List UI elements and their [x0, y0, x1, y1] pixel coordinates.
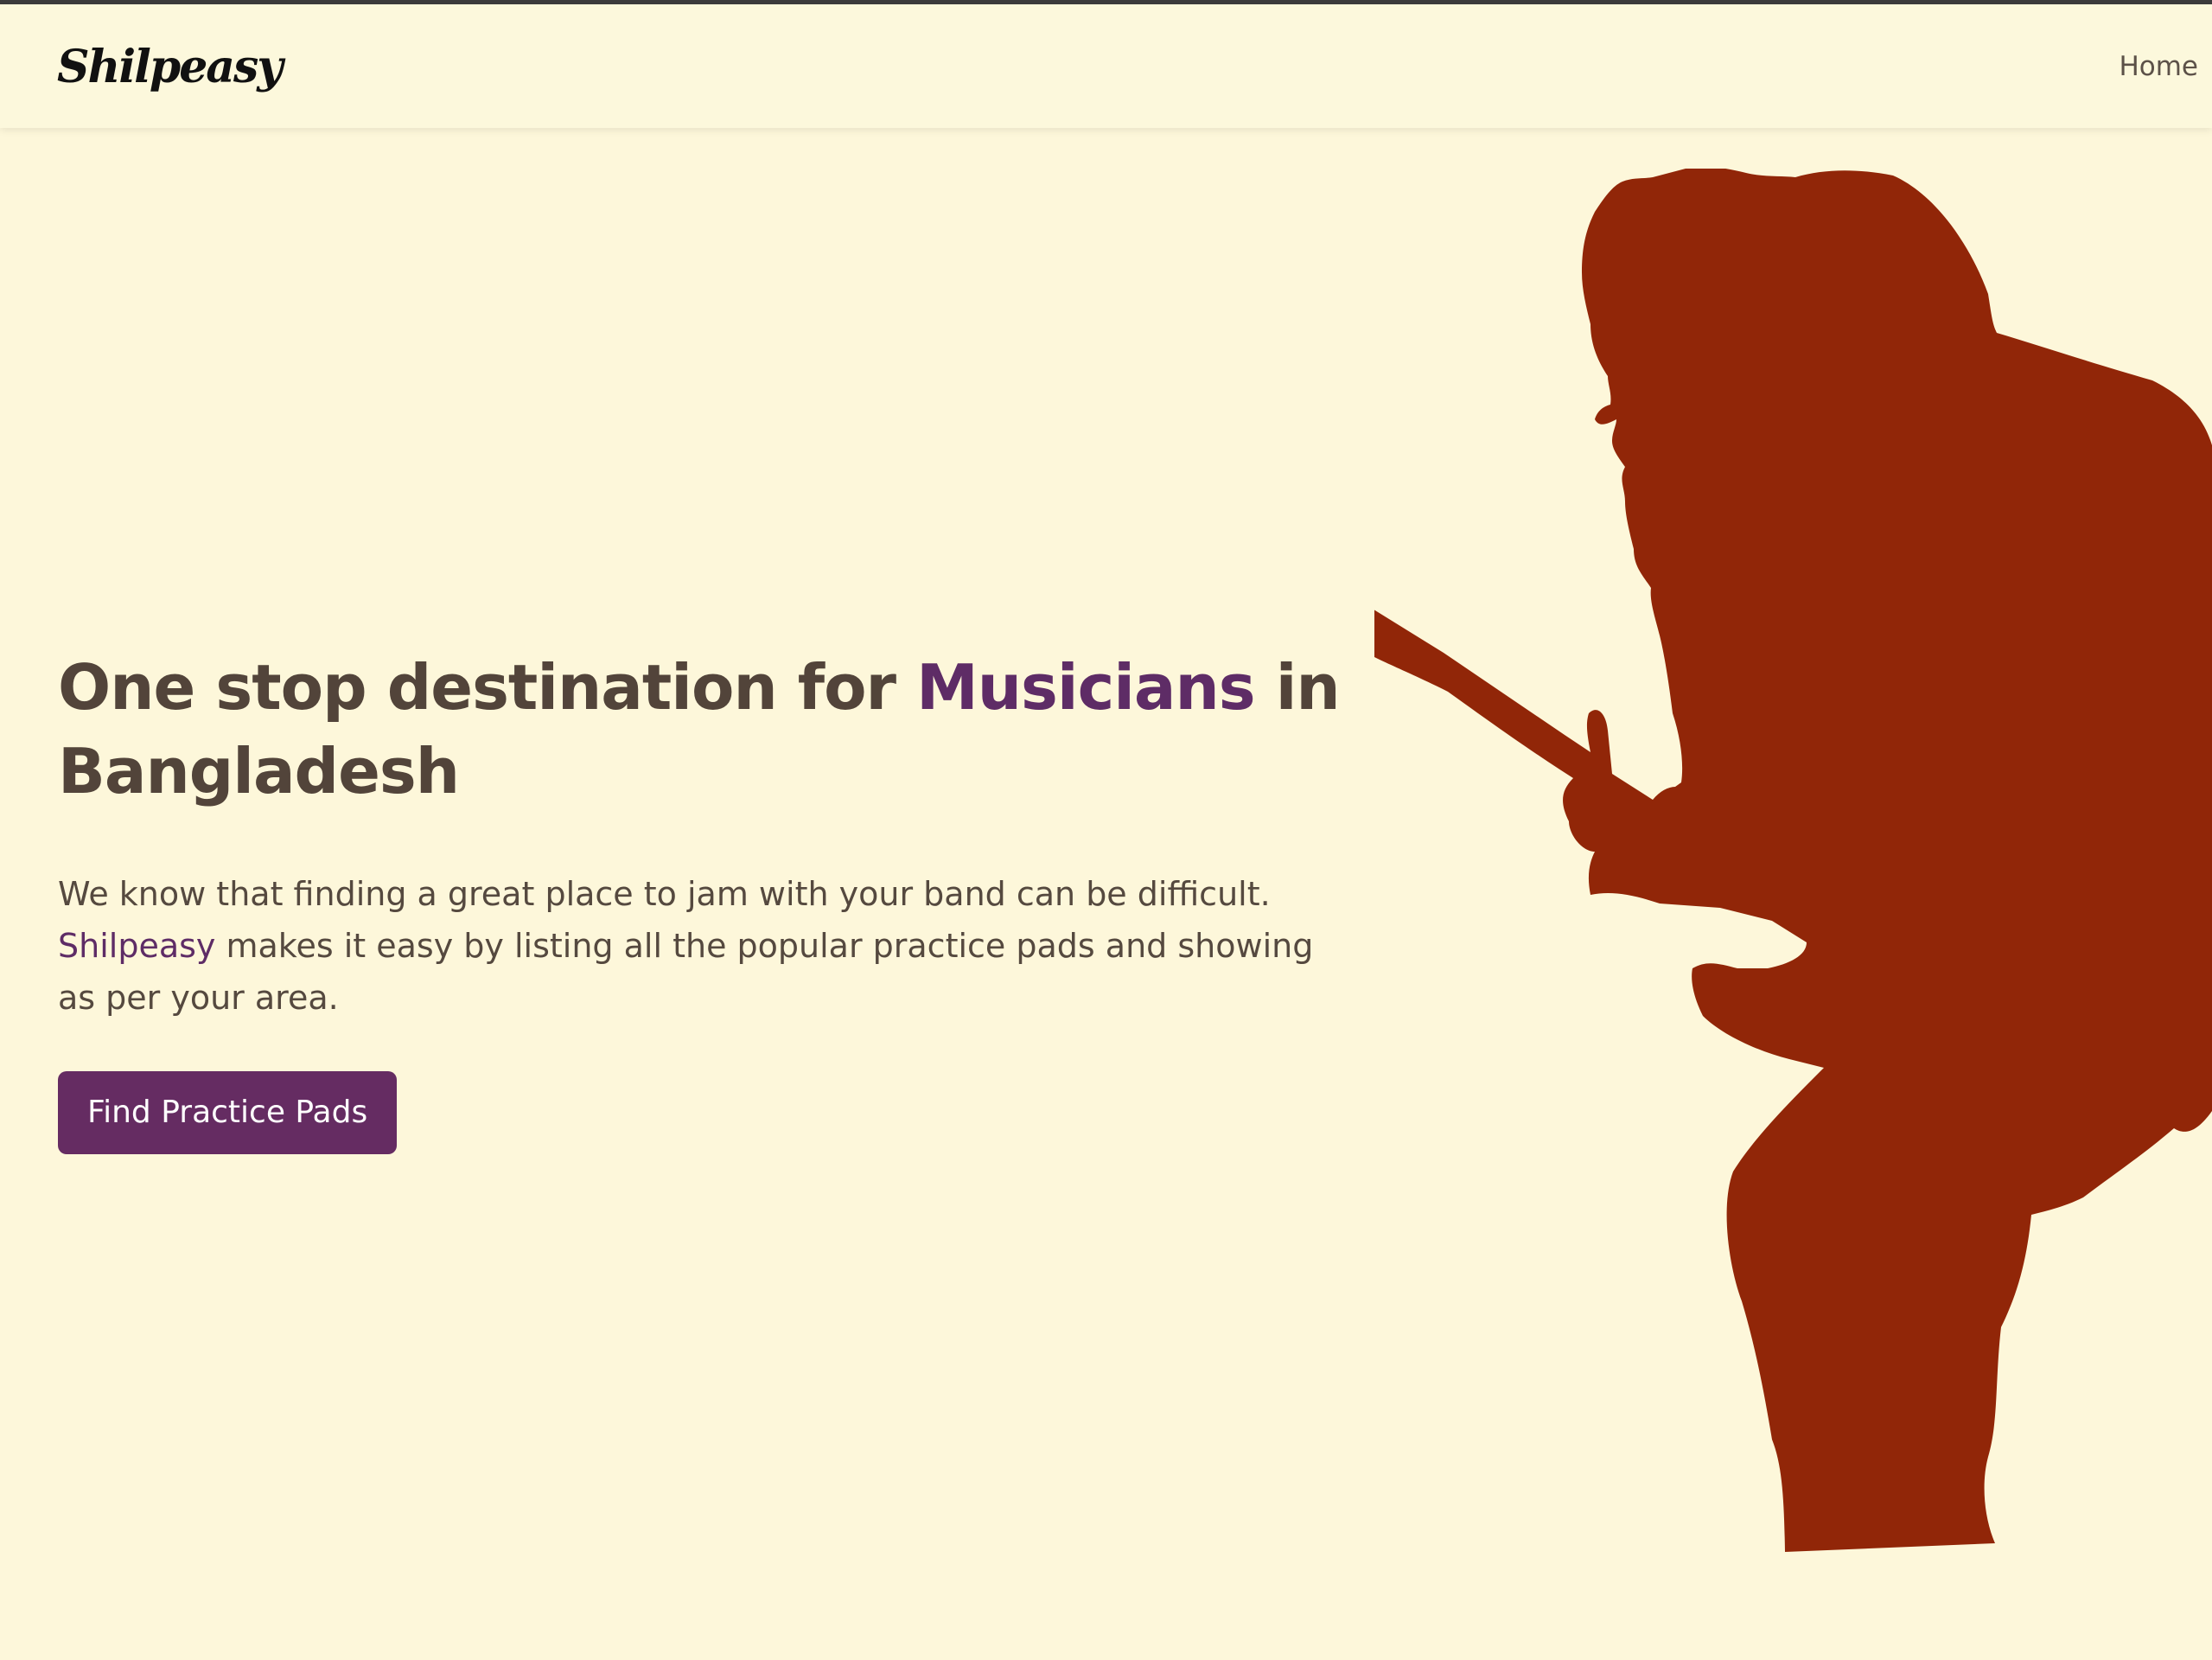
hero-title-accent: Musicians — [916, 651, 1255, 724]
brand-logo[interactable]: Shilpeasy — [57, 41, 283, 93]
hero-title-start: One stop destination for — [58, 651, 917, 724]
hero-description: We know that finding a great place to ja… — [58, 868, 1355, 1024]
hero-section: One stop destination for Musicians in Ba… — [58, 646, 1355, 1154]
hero-description-end: makes it easy by listing all the popular… — [58, 927, 1314, 1017]
hero-description-start: We know that finding a great place to ja… — [58, 875, 1271, 913]
guitarist-silhouette-icon — [1374, 169, 2212, 1552]
landing-page: Shilpeasy Home One stop destination for … — [0, 0, 2212, 1660]
nav-link-home[interactable]: Home — [2119, 51, 2198, 82]
hero-title: One stop destination for Musicians in Ba… — [58, 646, 1355, 814]
top-navbar: Shilpeasy Home — [0, 4, 2212, 128]
find-practice-pads-button[interactable]: Find Practice Pads — [58, 1071, 398, 1154]
hero-description-brand: Shilpeasy — [58, 927, 216, 965]
